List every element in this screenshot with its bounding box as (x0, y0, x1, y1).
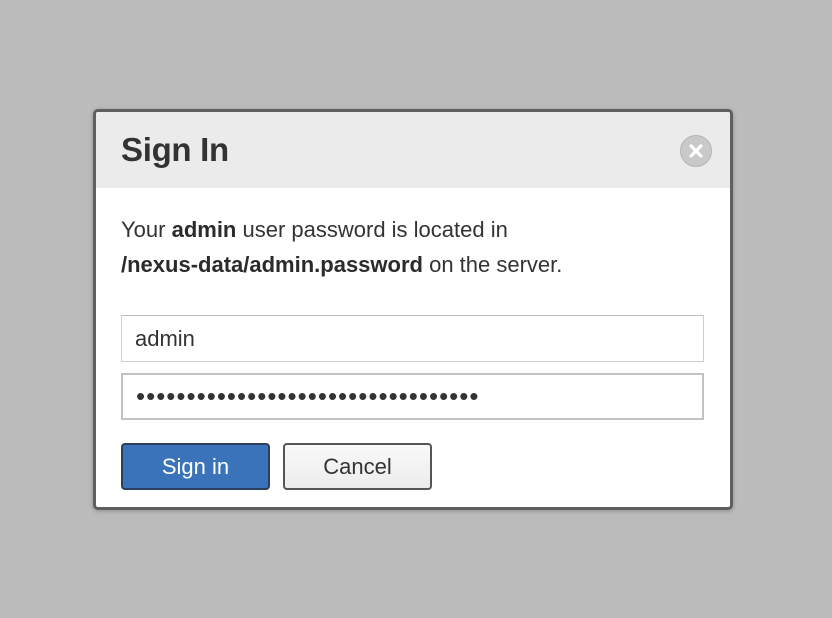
sign-in-dialog: Sign In Your admin user password is loca… (93, 109, 733, 510)
message-middle: user password is located in (236, 217, 508, 242)
message-username: admin (171, 217, 237, 242)
message-suffix: on the server. (422, 252, 563, 277)
message-line-2: /nexus-data/admin.password on the server… (121, 247, 711, 282)
password-field[interactable] (121, 373, 704, 420)
dialog-message: Your admin user password is located in /… (121, 212, 711, 282)
message-prefix: Your (121, 217, 172, 242)
close-icon (689, 144, 703, 158)
message-path: /nexus-data/admin.password (121, 252, 423, 277)
dialog-title: Sign In (121, 131, 229, 168)
cancel-button[interactable]: Cancel (283, 443, 432, 490)
username-field[interactable] (121, 315, 704, 362)
dialog-header: Sign In (96, 112, 730, 188)
message-line-1: Your admin user password is located in (121, 212, 711, 247)
sign-in-button[interactable]: Sign in (121, 443, 270, 490)
close-button[interactable] (680, 135, 712, 167)
